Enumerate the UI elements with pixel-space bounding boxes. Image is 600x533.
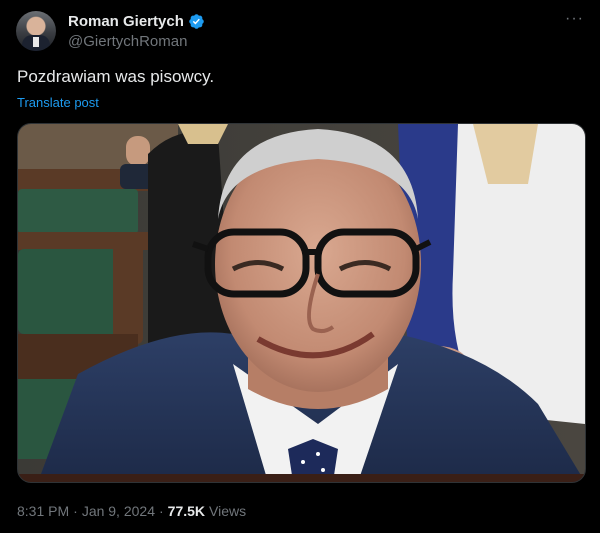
- views-count: 77.5K: [167, 503, 206, 519]
- post-photo[interactable]: [17, 123, 586, 483]
- verified-badge-icon: [189, 14, 204, 29]
- author-name[interactable]: Roman Giertych: [68, 13, 184, 30]
- post-header: Roman Giertych @GiertychRoman ···: [16, 10, 586, 54]
- meta-separator: ·: [73, 503, 78, 519]
- post-time[interactable]: 8:31 PM: [17, 503, 69, 519]
- meta-separator: ·: [158, 503, 164, 519]
- more-options-icon[interactable]: ···: [565, 11, 584, 27]
- author-handle[interactable]: @GiertychRoman: [68, 33, 187, 50]
- author-name-row: Roman Giertych: [68, 13, 205, 30]
- translate-post-link[interactable]: Translate post: [17, 95, 99, 110]
- post-text: Pozdrawiam was pisowcy.: [17, 67, 215, 86]
- avatar-shirt: [33, 37, 39, 47]
- selfie-photo-illustration: [18, 124, 585, 482]
- avatar[interactable]: [16, 11, 56, 51]
- views-label: Views: [209, 503, 247, 519]
- post-meta: 8:31 PM · Jan 9, 2024 · 77.5K Views: [17, 503, 246, 519]
- post-date[interactable]: Jan 9, 2024: [82, 503, 155, 519]
